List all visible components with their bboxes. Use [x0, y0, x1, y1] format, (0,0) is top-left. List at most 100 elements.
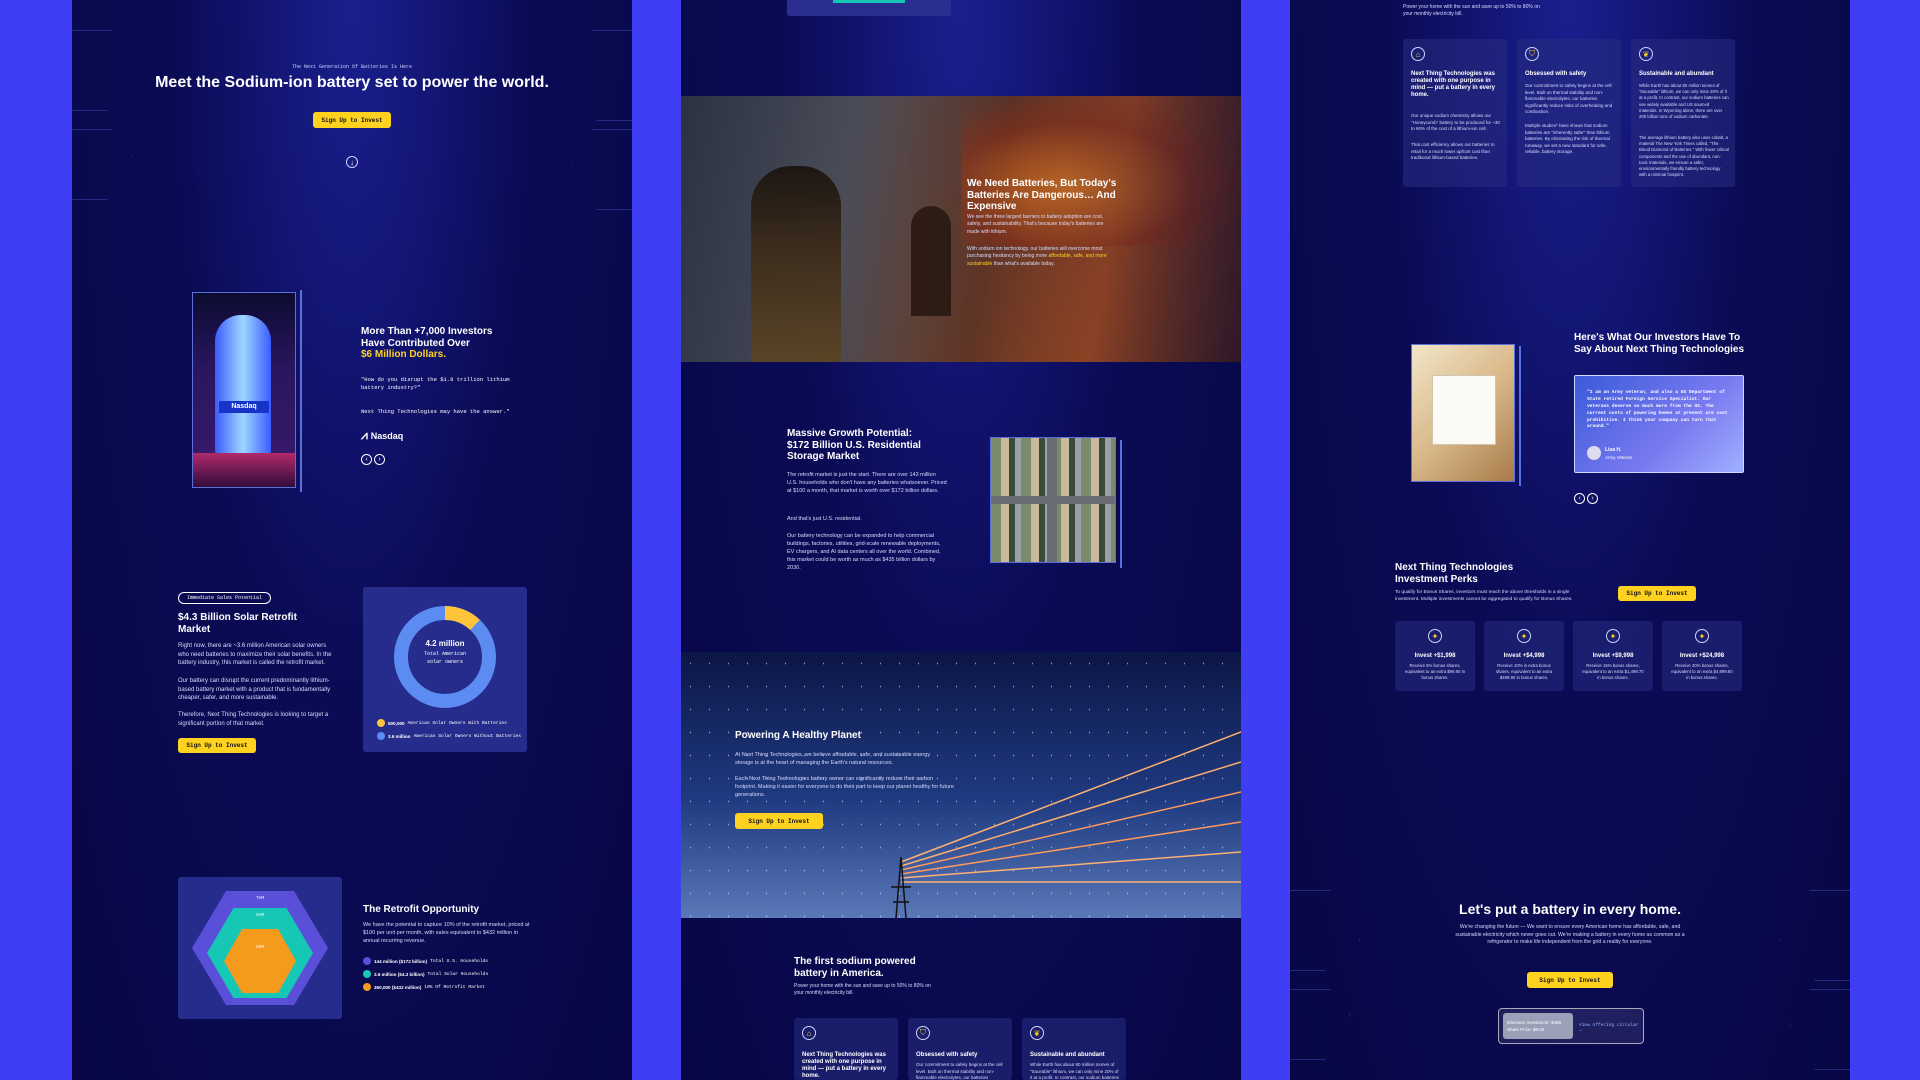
feature-text: While Earth has about 80 million tonnes … [1639, 83, 1729, 120]
home-icon: ⌂ [802, 1026, 816, 1040]
medal-icon: ✦ [1606, 629, 1620, 643]
medal-icon: ✦ [1517, 629, 1531, 643]
leaf-icon: ❦ [1639, 47, 1653, 61]
investors-title: More Than +7,000 Investors Have Contribu… [361, 326, 493, 349]
retrofit-title: The Retrofit Opportunity [363, 904, 480, 915]
final-title: Let's put a battery in every home. [1459, 901, 1681, 917]
home-icon: ⌂ [1411, 47, 1425, 61]
hex-decoration [1790, 980, 1850, 1070]
perks-cta-button[interactable]: Sign Up to Invest [1618, 586, 1696, 601]
donut-chart-card: 4.2 million Total American solar owners … [363, 587, 527, 752]
sam-label: SAM [255, 913, 265, 918]
billboard-text: Nasdaq [219, 401, 269, 413]
prev-arrow-icon[interactable]: ‹ [361, 454, 372, 465]
page-panel-middle: We Need Batteries, But Today's Batteries… [681, 0, 1241, 1080]
investors-amount: $6 Million Dollars. [361, 349, 447, 360]
feature-text: The average lithium battery also uses co… [1639, 135, 1729, 178]
perk-tier-text: Receive 10% in extra bonus shares, equiv… [1495, 663, 1553, 681]
leaf-icon: ❦ [1030, 1026, 1044, 1040]
nasdaq-billboard-image: Nasdaq [192, 292, 296, 488]
legend-item: 3.6 million ($4.3 billion) Total Solar Ho… [363, 970, 488, 978]
retrofit-paragraph: We have the potential to capture 10% of … [363, 922, 530, 944]
perk-tier-title: Invest +$1,998 [1414, 653, 1456, 659]
feature-title: Sustainable and abundant [1639, 71, 1714, 77]
retrofit-hexagon-card: TAM SAM SOM [178, 877, 342, 1019]
som-label: SOM [255, 945, 265, 950]
feature-text: Our commitment to safety begins at the c… [916, 1062, 1003, 1080]
feature-card: ❦ Sustainable and abundant While Earth h… [1631, 39, 1735, 187]
shield-icon: ⛉ [916, 1026, 930, 1040]
perk-tier-card: ✦ Invest +$4,998 Receive 10% in extra bo… [1484, 621, 1564, 691]
feature-title: Obsessed with safety [916, 1052, 978, 1058]
feature-text: While Earth has about 80 million tonnes … [1030, 1062, 1120, 1080]
feature-title: Next Thing Technologies was created with… [802, 1052, 887, 1079]
first-sodium-paragraph: Power your home with the sun and save up… [794, 983, 931, 997]
feature-card: ❦ Sustainable and abundant While Earth h… [1022, 1018, 1126, 1080]
solar-title: $4.3 Billion Solar Retrofit Market [178, 612, 297, 635]
perk-tier-card: ✦ Invest +$1,998 Receive 5% bonus shares… [1395, 621, 1475, 691]
nasdaq-logo-text: Nasdaq [370, 430, 404, 441]
tam-label: TAM [255, 896, 265, 901]
testimonial-quote: "I am an Army veteran, and also a US Dep… [1587, 390, 1728, 430]
perks-title: Next Thing Technologies Investment Perks [1395, 562, 1514, 585]
firefighter-hero-image [681, 96, 1241, 362]
next-arrow-icon[interactable]: › [1587, 493, 1598, 504]
feature-title: Sustainable and abundant [1030, 1052, 1105, 1058]
perks-paragraph: To qualify for Bonus Shares, investors m… [1395, 590, 1573, 602]
scroll-down-icon[interactable]: ↓ [346, 156, 358, 168]
legend-item: 360,000 ($432 million) 10% Of Retrofit Ma… [363, 983, 485, 991]
perk-tier-card: ✦ Invest +$24,998 Receive 20% bonus shar… [1662, 621, 1742, 691]
danger-paragraph: With sodium ion technology, our batterie… [967, 246, 1107, 267]
avatar [1587, 446, 1601, 460]
hero-title: Meet the Sodium-ion battery set to power… [155, 74, 549, 91]
growth-paragraph: Our battery technology can be expanded t… [787, 533, 941, 571]
next-arrow-icon[interactable]: › [374, 454, 385, 465]
battery-install-image [1411, 344, 1515, 482]
hero-eyebrow: The Next Generation Of Batteries Is Here [291, 64, 413, 70]
final-cta-button[interactable]: Sign Up to Invest [1527, 972, 1613, 988]
feature-title: Obsessed with safety [1525, 71, 1587, 77]
investors-quote: "How do you disrupt the $1.8 trillion li… [361, 376, 510, 392]
page-panel-right: Power your home with the sun and save up… [1290, 0, 1850, 1080]
aerial-neighborhood-image [990, 437, 1116, 563]
feature-card: ⛉ Obsessed with safety Our commitment to… [908, 1018, 1012, 1080]
medal-icon: ✦ [1428, 629, 1442, 643]
feature-card: ⌂ Next Thing Technologies was created wi… [1403, 39, 1507, 187]
shield-icon: ⛉ [1525, 47, 1539, 61]
legend-swatch [377, 719, 385, 727]
hex-decoration [72, 110, 132, 200]
perk-tier-title: Invest +$24,998 [1679, 653, 1725, 659]
donut-label: Total American solar owners [423, 651, 466, 665]
first-sodium-paragraph: Power your home with the sun and save up… [1403, 4, 1540, 18]
nasdaq-logo: ⩘ Nasdaq [361, 428, 403, 443]
perk-tier-text: Receive 20% bonus shares, equivalent to … [1671, 663, 1733, 681]
danger-title: We Need Batteries, But Today's Batteries… [967, 178, 1117, 212]
hex-decoration [1290, 970, 1350, 1060]
offering-circular-link[interactable]: View offering circular → [1579, 1023, 1643, 1033]
feature-card: ⛉ Obsessed with safety Our commitment to… [1517, 39, 1621, 187]
sales-potential-tag: Immediate Sales Potential [178, 592, 272, 604]
solar-cta-button[interactable]: Sign Up to Invest [178, 738, 256, 753]
feature-text: Our unique sodium chemistry allows our "… [1411, 113, 1500, 132]
growth-title: Massive Growth Potential: $172 Billion U… [787, 428, 921, 462]
minimum-investment: Minimum Investment: $498 [1507, 1020, 1562, 1025]
testimonial-card: "I am an Army veteran, and also a US Dep… [1574, 375, 1744, 473]
legend-item: 500,000 American Solar Owners With Batter… [377, 719, 507, 727]
nasdaq-icon: ⩘ [361, 428, 368, 442]
feature-card: ⌂ Next Thing Technologies was created wi… [794, 1018, 898, 1080]
perk-tier-text: Receive 15% bonus shares, equivalent to … [1582, 663, 1644, 681]
hero-cta-button[interactable]: Sign Up to Invest [313, 112, 391, 128]
planet-cta-button[interactable]: Sign Up to Invest [735, 813, 823, 829]
danger-paragraph: We see the three largest barriers to bat… [967, 214, 1104, 235]
frame-decoration [300, 290, 302, 492]
frame-decoration [1519, 346, 1521, 486]
hex-decoration [572, 120, 632, 210]
perk-tier-title: Invest +$9,998 [1592, 653, 1634, 659]
solar-paragraph: Our battery can disrupt the current pred… [178, 678, 331, 702]
feature-text: That cost efficiency allows our batterie… [1411, 142, 1495, 161]
carousel-controls: ‹ › [361, 448, 387, 466]
planet-title: Powering A Healthy Planet [735, 730, 861, 741]
page-panel-left: The Next Generation Of Batteries Is Here… [72, 0, 632, 1080]
legend-item: 144 million ($172 billion) Total U.S. Hou… [363, 957, 488, 965]
prev-arrow-icon[interactable]: ‹ [1574, 493, 1585, 504]
